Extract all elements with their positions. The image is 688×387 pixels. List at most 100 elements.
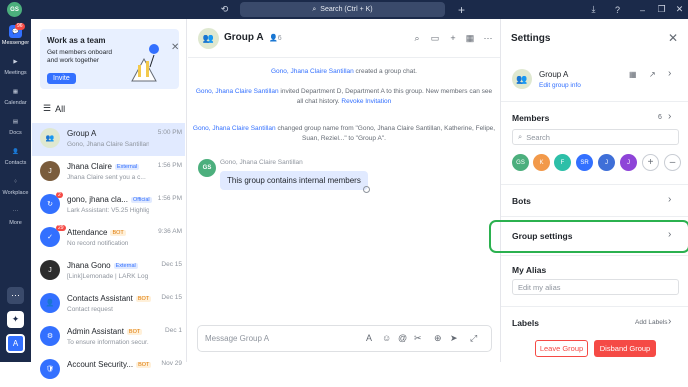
revoke-invitation-link[interactable]: Revoke Invitation	[341, 98, 391, 105]
member-avatar[interactable]: J	[620, 154, 637, 171]
nav-calendar[interactable]: ▦ Calendar	[0, 85, 31, 107]
more-icon: ⋯	[12, 208, 19, 215]
nav-more[interactable]: ⋯ More	[0, 205, 31, 227]
add-icon[interactable]: +	[455, 3, 468, 17]
remove-member-icon[interactable]: –	[664, 154, 681, 171]
global-search[interactable]: ⌕ Search (Ctrl + K)	[240, 2, 445, 17]
help-icon[interactable]: ?	[611, 3, 624, 16]
member-avatar[interactable]: F	[554, 154, 571, 171]
emoji-icon[interactable]: ☺	[382, 333, 391, 343]
bots-label[interactable]: Bots	[512, 196, 531, 206]
member-avatar[interactable]: J	[598, 154, 615, 171]
filter-all[interactable]: ☰ All	[43, 103, 65, 114]
nav-meetings[interactable]: ▶ Meetings	[0, 55, 31, 77]
nav-workplace[interactable]: ⁘ Workplace	[0, 175, 31, 197]
close-banner-icon[interactable]: ✕	[171, 42, 179, 53]
unread-badge: 2	[56, 192, 63, 198]
chat-row-group-a[interactable]: 👥 Group A Gono, Jhana Claire Santillan 5…	[32, 123, 185, 156]
close-settings-icon[interactable]: ✕	[668, 31, 678, 45]
camera-icon: ▶	[13, 58, 18, 65]
chat-row[interactable]: ✓ 29 Attendance BOT No record notificatio…	[32, 222, 185, 255]
pin-icon[interactable]: ▦	[464, 32, 476, 44]
chevron-right-icon[interactable]: ›	[668, 229, 671, 240]
scissors-icon[interactable]: ✂	[414, 333, 422, 344]
share-icon[interactable]: ↗	[649, 70, 656, 79]
bot-tag: BOT	[126, 328, 143, 335]
members-label: Members	[512, 113, 550, 123]
message-composer[interactable]: Message Group A A ☺ @ ✂ ⊕ ➤ ⤢	[197, 325, 492, 352]
close-window-icon[interactable]: ✕	[673, 3, 686, 16]
alias-input[interactable]: Edit my alias	[512, 279, 679, 295]
group-settings-row[interactable]: Group settings	[512, 231, 572, 241]
sender-avatar[interactable]: GS	[198, 159, 216, 177]
members-count: 6	[658, 114, 662, 121]
chat-row[interactable]: ↻ 2 gono, jhana cla... Official Lark Assi…	[32, 189, 185, 222]
chevron-right-icon[interactable]: ›	[668, 68, 671, 79]
chat-list-panel: Work as a team Get members onboard and w…	[31, 19, 216, 379]
chevron-right-icon[interactable]: ›	[668, 316, 671, 327]
team-illustration-icon	[131, 44, 159, 82]
contacts-assistant-icon: 👤	[40, 293, 60, 313]
qr-code-icon[interactable]: ▦	[629, 70, 637, 79]
security-icon: 🛡	[40, 359, 60, 379]
chat-row[interactable]: 👤 Contacts Assistant BOT Contact request …	[32, 288, 185, 321]
composer-placeholder[interactable]: Message Group A	[205, 334, 269, 343]
admin-assistant-icon: ⚙	[40, 326, 60, 346]
chat-row[interactable]: 🛡 Account Security... BOT Nov 29	[32, 354, 185, 387]
external-tag: External	[114, 163, 140, 170]
disband-group-button[interactable]: Disband Group	[594, 340, 656, 357]
more-options-icon[interactable]: ⋯	[482, 32, 494, 44]
expand-icon[interactable]: ⤢	[470, 333, 477, 344]
chat-row[interactable]: ⚙ Admin Assistant BOT To ensure informati…	[32, 321, 185, 354]
lark-logo-icon[interactable]: ✦	[7, 311, 24, 328]
minimize-icon[interactable]: –	[636, 3, 649, 16]
leave-group-button[interactable]: Leave Group	[535, 340, 588, 357]
invite-button[interactable]: Invite	[47, 73, 76, 84]
bot-tag: BOT	[135, 295, 152, 302]
search-chat-icon[interactable]: ⌕	[411, 32, 423, 44]
member-count[interactable]: 👤6	[269, 34, 282, 42]
avatar: J	[40, 161, 60, 181]
calendar-icon: ▦	[12, 88, 19, 95]
history-icon[interactable]: ⟲	[218, 3, 231, 16]
workplace-icon: ⁘	[13, 178, 18, 185]
add-member-icon[interactable]: +	[642, 154, 659, 171]
text-format-icon[interactable]: A	[366, 333, 372, 343]
chat-row[interactable]: J Jhana Gono External [Link]Lemonade | LA…	[32, 255, 185, 288]
nav-contacts[interactable]: 👤 Contacts	[0, 145, 31, 167]
nav-messenger[interactable]: 💬 Messenger 96	[0, 23, 31, 46]
filter-icon: ☰	[43, 103, 52, 113]
mention-icon[interactable]: @	[398, 333, 407, 343]
add-labels-link[interactable]: Add Labels	[635, 319, 668, 326]
member-avatar[interactable]: K	[533, 154, 550, 171]
chevron-right-icon[interactable]: ›	[668, 111, 671, 122]
avatar: J	[40, 260, 60, 280]
workspace-avatar[interactable]: A	[6, 334, 25, 353]
members-search-input[interactable]: ⌕ Search	[512, 129, 679, 145]
send-icon[interactable]: ➤	[450, 333, 458, 344]
chevron-right-icon[interactable]: ›	[668, 194, 671, 205]
apps-icon[interactable]: ⋯	[7, 287, 24, 304]
member-avatar[interactable]: SR	[576, 154, 593, 171]
video-call-icon[interactable]: ▭	[429, 32, 441, 44]
chat-row[interactable]: J Jhana Claire External Jhana Claire sent…	[32, 156, 185, 189]
bot-tag: BOT	[110, 229, 126, 236]
user-avatar[interactable]: GS	[7, 2, 22, 17]
settings-panel: Settings ✕ 👥 Group A Edit group info ▦ ↗…	[489, 19, 688, 362]
add-attachment-icon[interactable]: ⊕	[434, 333, 442, 344]
member-avatar[interactable]: GS	[512, 154, 529, 171]
search-icon: ⌕	[312, 5, 317, 13]
maximize-icon[interactable]: ❐	[655, 3, 668, 16]
group-icon: 👥	[512, 69, 532, 89]
message-bubble[interactable]: This group contains internal members	[220, 171, 368, 190]
team-banner: Work as a team Get members onboard and w…	[40, 29, 179, 89]
download-icon[interactable]: ⤓	[587, 3, 600, 16]
docs-icon: ▤	[12, 118, 19, 125]
chat-panel: 👥 Group A 👤6 ⌕ ▭ + ▦ ⋯ Gono, Jhana Clair…	[188, 19, 500, 362]
edit-group-info-link[interactable]: Edit group info	[539, 82, 581, 89]
system-message: Gono, Jhana Claire Santillan invited Dep…	[195, 88, 493, 105]
group-name: Group A	[539, 70, 569, 79]
nav-docs[interactable]: ▤ Docs	[0, 115, 31, 137]
banner-subtitle: Get members onboard and work together	[47, 49, 113, 64]
add-member-icon[interactable]: +	[447, 32, 459, 44]
